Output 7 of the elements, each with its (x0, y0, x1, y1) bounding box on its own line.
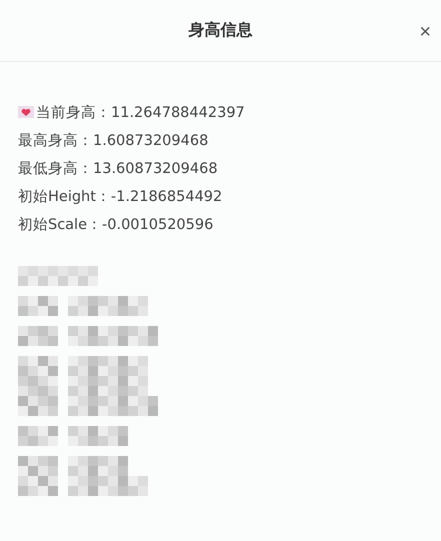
info-text: 最高身高：1.60873209468 (18, 132, 208, 150)
info-text: 最低身高：13.60873209468 (18, 160, 218, 178)
close-button[interactable]: × (415, 20, 435, 44)
info-text: 初始Height：-1.2186854492 (18, 188, 222, 206)
info-text: 初始Scale：-0.0010520596 (18, 216, 214, 234)
dialog-title: 身高信息 (188, 20, 252, 41)
info-text: 当前身高：11.264788442397 (36, 104, 245, 122)
